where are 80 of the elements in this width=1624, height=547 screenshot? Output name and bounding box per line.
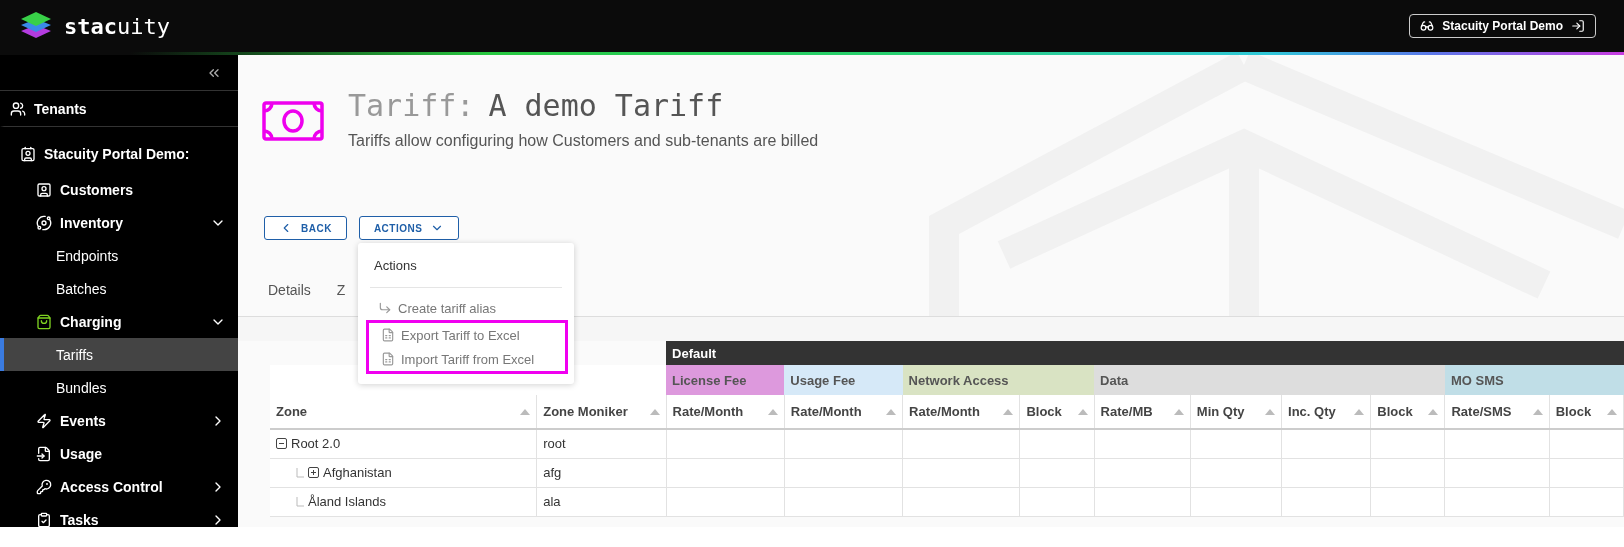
column-header[interactable]: Rate/Month: [666, 395, 785, 429]
table-cell: Afghanistan: [270, 458, 537, 487]
sidebar-item[interactable]: Access Control: [0, 470, 238, 503]
sidebar-item[interactable]: Usage: [0, 437, 238, 470]
menu-item[interactable]: Create tariff alias: [366, 296, 566, 320]
group-header: Usage Fee: [784, 365, 903, 395]
column-header[interactable]: Block: [1019, 395, 1095, 429]
spreadsheet-icon: [381, 352, 395, 366]
sidebar-section: Stacuity Portal Demo:: [0, 135, 238, 173]
sort-icon[interactable]: [1173, 408, 1184, 415]
menu-item[interactable]: Import Tariff from Excel: [369, 347, 565, 371]
corner-arrow-icon: [378, 301, 392, 315]
tree-branch-icon: [296, 496, 304, 507]
table-cell: afg: [536, 458, 666, 487]
sidebar-item[interactable]: Inventory: [0, 206, 238, 239]
table-cell: Åland Islands: [270, 487, 537, 516]
table-cell: ala: [536, 487, 666, 516]
back-button[interactable]: BACK: [264, 216, 347, 240]
banknote-icon: [262, 101, 324, 141]
page-title: Tariff: A demo Tariff: [348, 87, 725, 125]
tree-branch-icon: [296, 467, 304, 478]
column-header[interactable]: Block: [1549, 395, 1624, 429]
sort-icon[interactable]: [1532, 408, 1543, 415]
clipboard-icon: [36, 511, 52, 527]
spreadsheet-icon: [381, 328, 395, 342]
sort-icon[interactable]: [649, 408, 660, 415]
page-subtitle: Tariffs allow configuring how Customers and sub-tenants are billed: [348, 132, 819, 150]
sort-icon[interactable]: [1265, 408, 1276, 415]
sort-icon[interactable]: [520, 408, 531, 415]
column-header[interactable]: Rate/Month: [902, 395, 1020, 429]
key-icon: [36, 478, 52, 495]
sidebar-item[interactable]: Bundles: [0, 371, 238, 404]
column-header[interactable]: Rate/SMS: [1444, 395, 1550, 429]
bag-icon: [36, 313, 52, 330]
sidebar-item[interactable]: Tariffs: [0, 338, 238, 371]
sort-icon[interactable]: [767, 408, 778, 415]
table-cell: Root 2.0: [270, 429, 537, 458]
collapse-icon[interactable]: [276, 438, 287, 450]
table-cell: root: [536, 429, 666, 458]
lightning-icon: [36, 412, 52, 429]
column-header[interactable]: Zone Moniker: [536, 395, 666, 429]
group-header: Data: [1094, 365, 1445, 395]
column-header[interactable]: Rate/MB: [1094, 395, 1191, 429]
sidebar-item[interactable]: Customers: [0, 173, 238, 206]
sidebar-item[interactable]: Events: [0, 404, 238, 437]
login-icon: [1571, 19, 1585, 33]
logo-icon: [20, 11, 52, 41]
column-header[interactable]: Min Qty: [1190, 395, 1282, 429]
group-header: Network Access: [902, 365, 1095, 395]
group-header: MO SMS: [1444, 365, 1624, 395]
expand-icon[interactable]: [308, 467, 319, 478]
sort-icon[interactable]: [1003, 408, 1014, 415]
sort-icon[interactable]: [1354, 408, 1365, 415]
file-icon: [36, 445, 52, 462]
logo-text: stacuity: [64, 13, 170, 39]
sidebar-item[interactable]: Endpoints: [0, 239, 238, 272]
orbit-icon: [36, 214, 52, 231]
tab[interactable]: Details: [268, 282, 311, 304]
column-header[interactable]: Zone: [270, 395, 537, 429]
menu-title: Actions: [373, 257, 418, 275]
sidebar-item[interactable]: Charging: [0, 305, 238, 338]
actions-button[interactable]: ACTIONS: [358, 216, 460, 240]
menu-item[interactable]: Export Tariff to Excel: [369, 323, 565, 347]
column-header[interactable]: Rate/Month: [784, 395, 903, 429]
group-header: License Fee: [666, 365, 785, 395]
sort-icon[interactable]: [1607, 408, 1617, 415]
glasses-icon: [1420, 19, 1435, 33]
band-header: Default: [666, 341, 1624, 365]
sidebar-item[interactable]: Batches: [0, 272, 238, 305]
tab[interactable]: Z: [336, 282, 346, 304]
column-header[interactable]: Inc. Qty: [1281, 395, 1371, 429]
person-card-icon: [20, 146, 36, 162]
person-card-icon: [36, 181, 52, 198]
users-icon: [10, 100, 26, 117]
column-header[interactable]: Block: [1370, 395, 1445, 429]
sort-icon[interactable]: [1428, 408, 1439, 415]
sort-icon[interactable]: [886, 408, 897, 415]
account-button[interactable]: Stacuity Portal Demo: [1409, 14, 1596, 38]
sidebar-item[interactable]: Tasks: [0, 503, 238, 527]
sort-icon[interactable]: [1077, 408, 1088, 415]
